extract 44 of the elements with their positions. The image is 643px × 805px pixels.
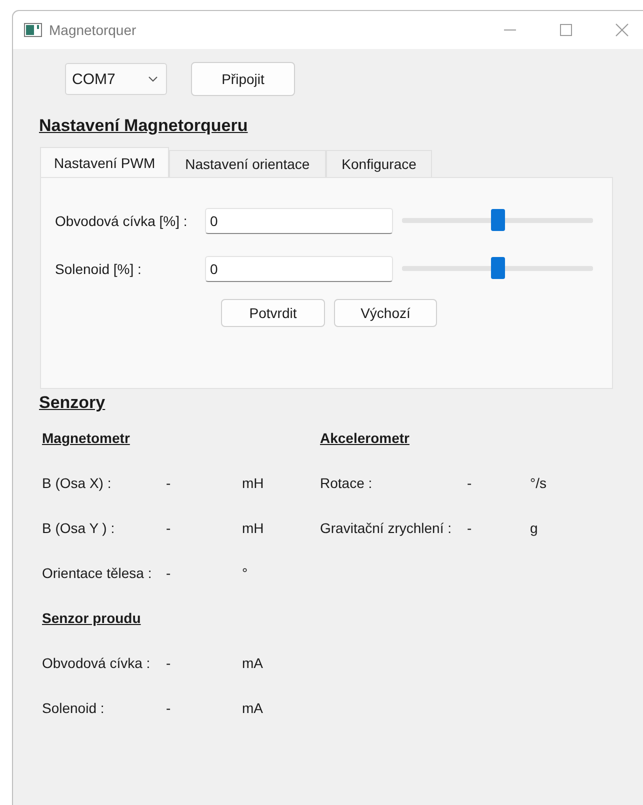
field-label: Solenoid [%] : <box>55 260 142 276</box>
section-heading: Nastavení Magnetorqueru <box>39 116 248 136</box>
sensor-label: Solenoid : <box>42 700 106 718</box>
tab[interactable]: Konfigurace <box>326 150 432 177</box>
app-icon <box>24 23 42 37</box>
close-icon[interactable] <box>615 23 629 37</box>
unit-label: mH <box>242 475 264 493</box>
sensor-value: - <box>166 565 172 583</box>
chevron-down-icon[interactable] <box>148 76 158 82</box>
sensor-value: - <box>166 520 172 538</box>
slider-thumb[interactable] <box>490 209 504 231</box>
unit-label: g <box>530 520 538 538</box>
port-dropdown[interactable]: COM7 <box>65 63 167 95</box>
sensor-label: Gravitační zrychlení : <box>320 520 452 538</box>
sensor-value: - <box>166 475 172 493</box>
input-field[interactable]: 0 <box>205 256 393 282</box>
sensor-label: Rotace : <box>320 475 374 493</box>
window-title: Magnetorquer <box>49 22 136 38</box>
group-heading: Akcelerometr <box>320 430 410 448</box>
tab[interactable]: Nastavení PWM <box>40 147 170 177</box>
connect-button[interactable]: Připojit <box>191 62 295 96</box>
slider-thumb[interactable] <box>490 257 504 279</box>
action-button[interactable]: Výchozí <box>334 299 437 327</box>
sensor-value: - <box>166 655 172 673</box>
group-heading: Magnetometr <box>42 430 130 448</box>
sensor-value: - <box>166 700 172 718</box>
unit-label: mA <box>242 700 263 718</box>
unit-label: ° <box>242 565 248 583</box>
action-button[interactable]: Potvrdit <box>221 299 325 327</box>
sensor-label: B (Osa X) : <box>42 475 112 493</box>
tab[interactable]: Nastavení orientace <box>169 150 326 177</box>
unit-label: mH <box>242 520 264 538</box>
unit-label: mA <box>242 655 263 673</box>
section-heading: Senzory <box>39 393 106 413</box>
input-field[interactable]: 0 <box>205 208 393 234</box>
field-label: Obvodová cívka [%] : <box>55 212 188 228</box>
maximize-icon[interactable] <box>559 23 573 37</box>
sensor-label: B (Osa Y ) : <box>42 520 116 538</box>
sensor-value: - <box>467 520 473 538</box>
sensor-value: - <box>467 475 473 493</box>
sensor-label: Orientace tělesa : <box>42 565 153 583</box>
sensor-label: Obvodová cívka : <box>42 655 152 673</box>
group-heading: Senzor proudu <box>42 610 141 628</box>
unit-label: °/s <box>530 475 546 493</box>
